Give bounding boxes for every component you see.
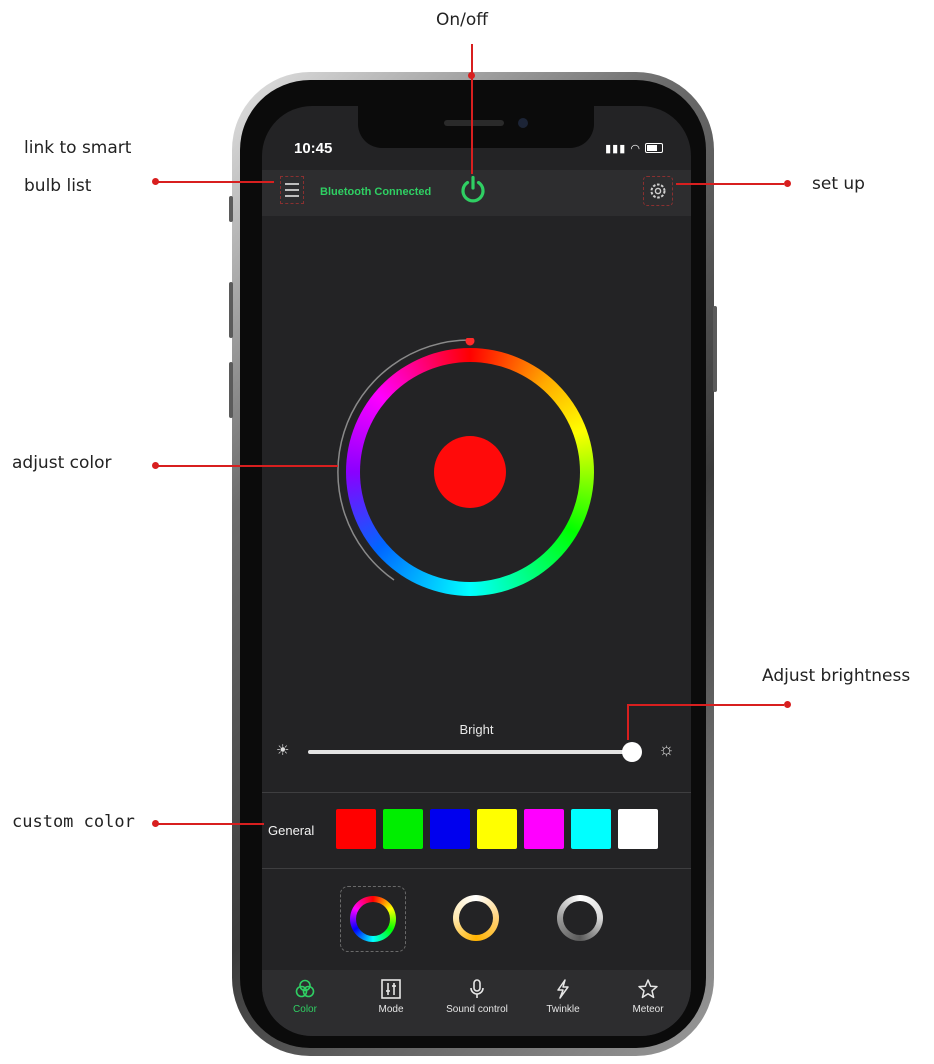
app-screen: 10:45 ▮▮▮ ◠ Bluetooth Connected Bright ☀… <box>262 106 691 1036</box>
warm-ring-icon <box>453 895 499 941</box>
tab-color[interactable]: Color <box>262 978 348 1015</box>
tab-meteor-label: Meteor <box>632 1004 664 1015</box>
color-swatch-1[interactable] <box>336 809 376 849</box>
adjust-color-annotation: adjust color <box>12 453 112 473</box>
rainbow-ring-button[interactable] <box>340 886 406 952</box>
custom-color-leader <box>158 823 264 825</box>
tab-twinkle[interactable]: Twinkle <box>520 978 606 1015</box>
color-icon <box>262 978 348 1004</box>
white-ring-icon <box>557 895 603 941</box>
adjust-brightness-leader-dot <box>784 701 791 708</box>
on-off-leader <box>471 44 473 174</box>
bulb-list-icon[interactable] <box>280 176 304 204</box>
brightness-low-icon: ☀ <box>276 742 290 759</box>
color-swatch-7[interactable] <box>618 809 658 849</box>
star-icon <box>605 978 691 1004</box>
twinkle-icon <box>520 978 606 1004</box>
custom-color-swatches <box>336 809 658 849</box>
color-swatch-6[interactable] <box>571 809 611 849</box>
rainbow-ring-icon <box>350 896 396 942</box>
color-swatch-2[interactable] <box>383 809 423 849</box>
color-wheel[interactable] <box>337 338 594 596</box>
gear-icon <box>650 183 666 199</box>
warm-ring-button[interactable] <box>444 886 508 950</box>
bulb-list-leader-dot <box>152 178 159 185</box>
bulb-list-annotation-line2: bulb list <box>24 176 92 196</box>
status-time: 10:45 <box>294 140 333 157</box>
brightness-slider-knob[interactable] <box>622 742 642 762</box>
tab-color-label: Color <box>293 1004 317 1015</box>
adjust-brightness-leader-drop <box>627 704 629 740</box>
tab-mode[interactable]: Mode <box>348 978 434 1015</box>
connection-status: Bluetooth Connected <box>320 186 432 198</box>
camera <box>518 118 528 128</box>
tab-twinkle-label: Twinkle <box>546 1004 580 1015</box>
phone-bezel: 10:45 ▮▮▮ ◠ Bluetooth Connected Bright ☀… <box>240 80 706 1048</box>
divider-bottom <box>262 868 691 869</box>
volume-up-button <box>229 282 233 338</box>
tab-sound-control[interactable]: Sound control <box>434 978 520 1015</box>
custom-color-leader-dot <box>152 820 159 827</box>
set-up-leader-dot <box>784 180 791 187</box>
tab-mode-label: Mode <box>378 1004 404 1015</box>
adjust-color-leader <box>158 465 338 467</box>
ring-mode-selector <box>340 886 620 960</box>
side-button <box>713 306 717 392</box>
tab-meteor[interactable]: Meteor <box>605 978 691 1015</box>
divider-top <box>262 792 691 793</box>
wifi-icon: ◠ <box>630 143 641 155</box>
color-swatch-4[interactable] <box>477 809 517 849</box>
notch <box>358 106 594 148</box>
white-ring-button[interactable] <box>548 886 612 950</box>
bulb-list-leader <box>158 181 274 183</box>
speaker <box>444 120 504 126</box>
phone-frame: 10:45 ▮▮▮ ◠ Bluetooth Connected Bright ☀… <box>229 72 717 1056</box>
color-swatch-5[interactable] <box>524 809 564 849</box>
custom-color-label: General <box>268 823 315 838</box>
bulb-list-annotation-line1: link to smart <box>24 138 132 158</box>
adjust-brightness-annotation: Adjust brightness <box>762 666 911 686</box>
set-up-leader <box>676 183 784 185</box>
volume-down-button <box>229 362 233 418</box>
settings-button[interactable] <box>643 176 673 206</box>
on-off-annotation: On/off <box>436 10 488 30</box>
bottom-tab-bar: Color Mode Sound control Twinkle Meteor <box>262 970 691 1036</box>
on-off-leader-dot <box>468 72 475 79</box>
adjust-brightness-leader <box>628 704 784 706</box>
color-selector-handle[interactable] <box>465 338 475 346</box>
battery-icon <box>645 143 663 153</box>
color-swatch-3[interactable] <box>430 809 470 849</box>
set-up-annotation: set up <box>812 174 865 194</box>
mute-switch <box>229 196 233 222</box>
brightness-high-icon: ☼ <box>658 739 675 759</box>
brightness-slider[interactable] <box>308 742 642 762</box>
status-icons: ▮▮▮ ◠ <box>605 142 663 155</box>
custom-color-annotation: custom color <box>12 812 135 832</box>
tab-sound-control-label: Sound control <box>446 1004 508 1015</box>
app-header: Bluetooth Connected <box>262 170 691 216</box>
selected-color-preview <box>434 436 506 508</box>
signal-icon: ▮▮▮ <box>605 143 627 155</box>
mode-icon <box>348 978 434 1004</box>
power-icon[interactable] <box>458 174 488 204</box>
adjust-color-leader-dot <box>152 462 159 469</box>
microphone-icon <box>434 978 520 1004</box>
